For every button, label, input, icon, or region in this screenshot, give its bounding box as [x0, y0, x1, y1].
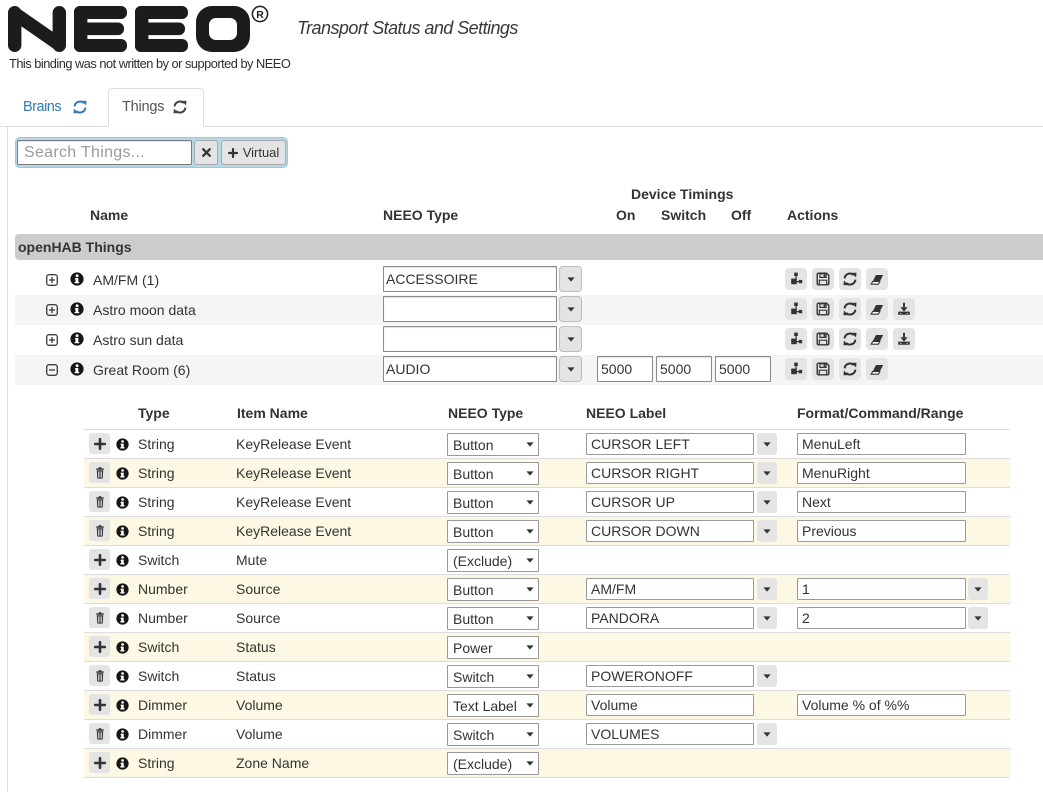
svg-text:R: R [256, 9, 264, 21]
